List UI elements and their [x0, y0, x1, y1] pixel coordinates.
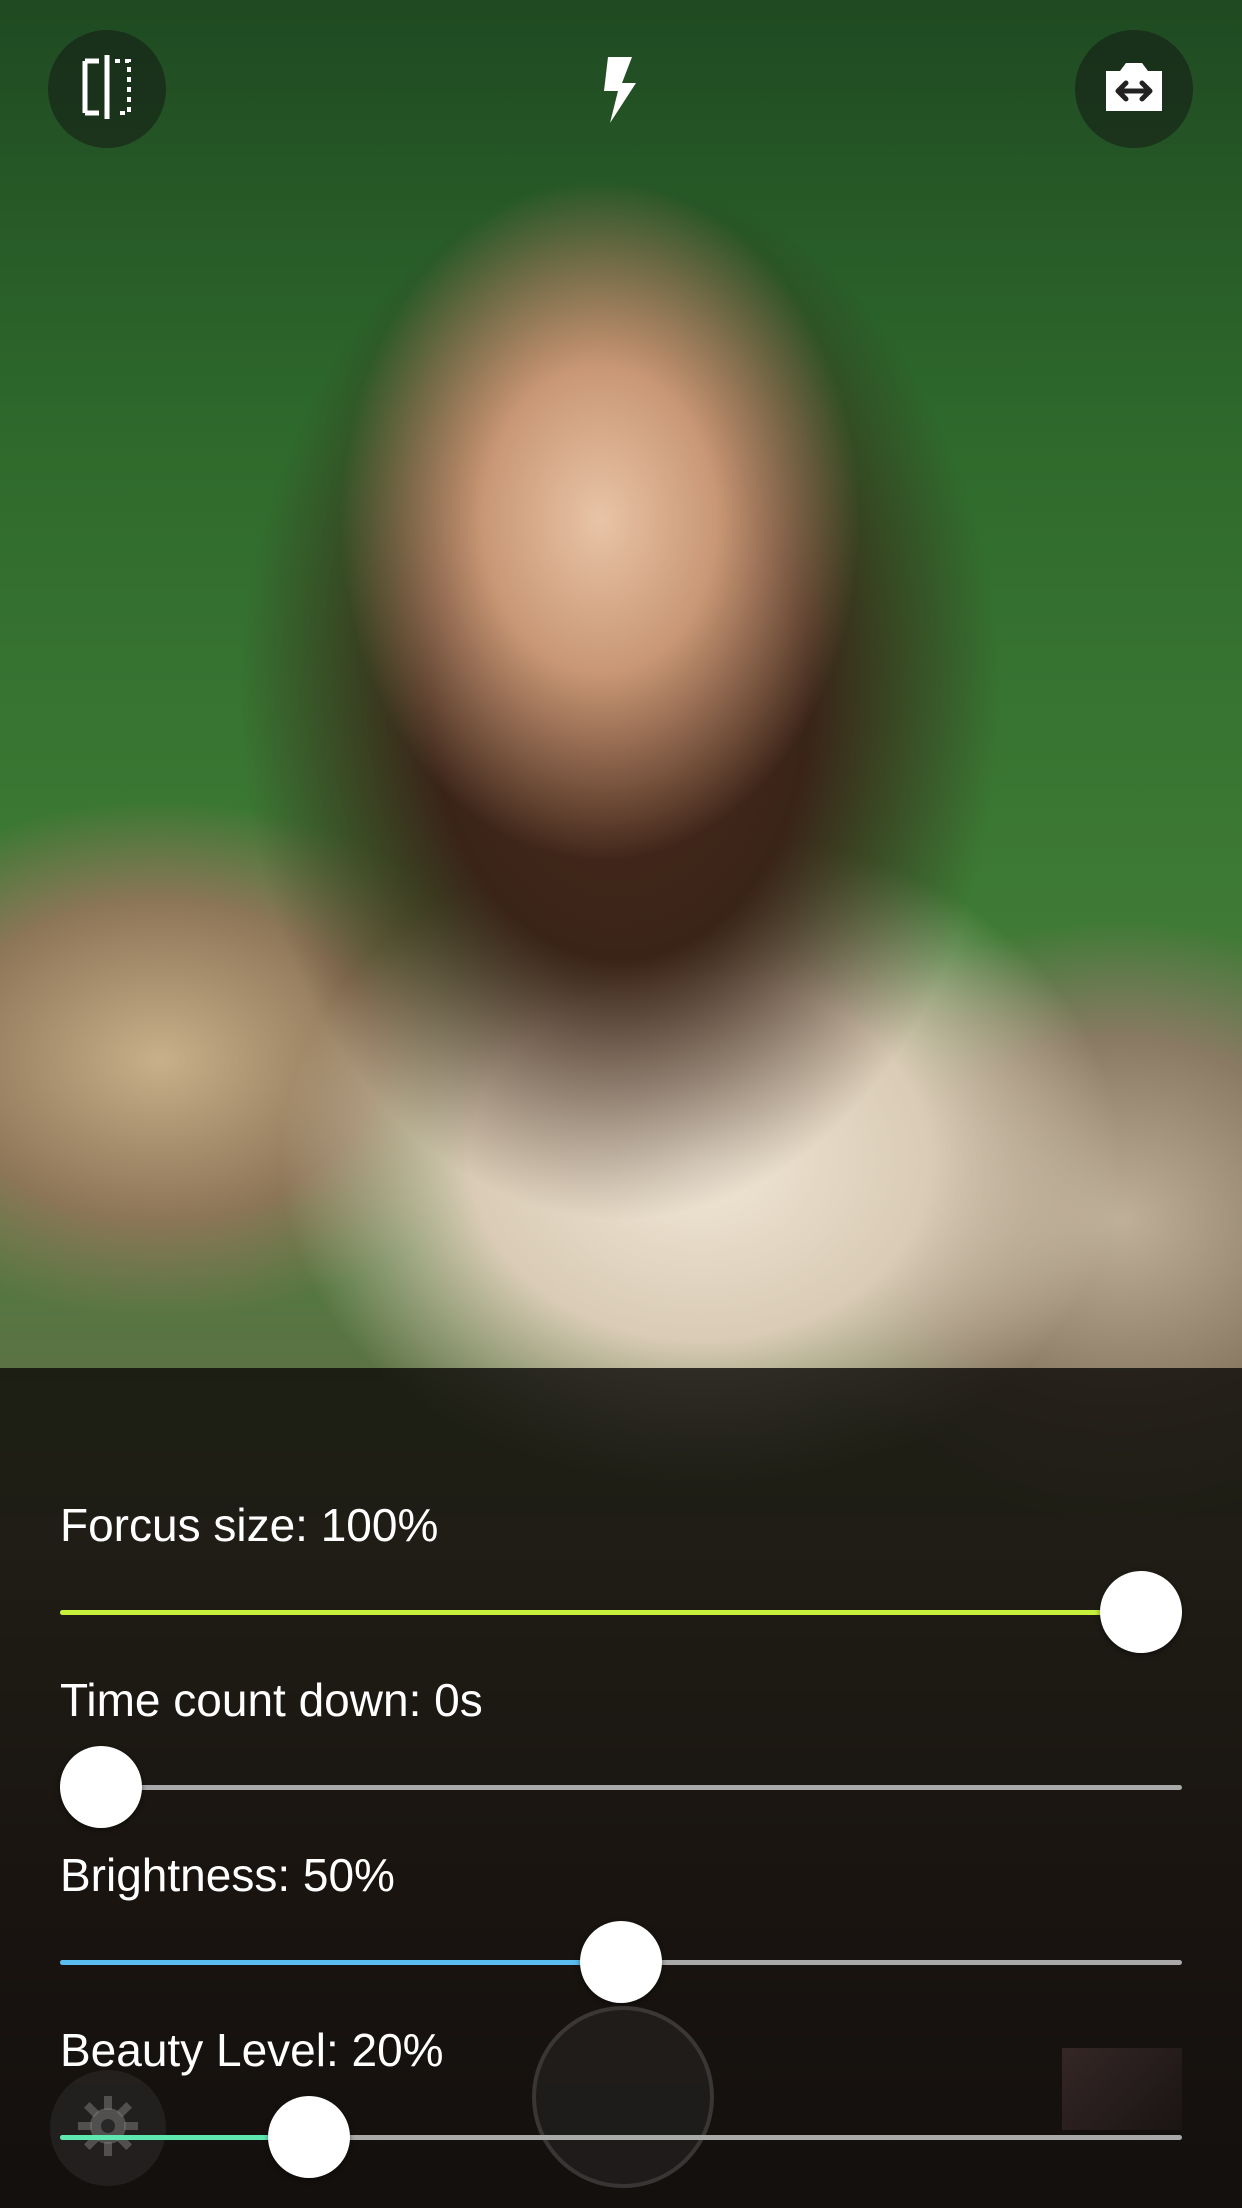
shutter-button[interactable]: [532, 2006, 714, 2188]
slider-track[interactable]: [60, 1921, 1182, 2003]
top-toolbar: [0, 30, 1242, 150]
slider-thumb[interactable]: [268, 2096, 350, 2178]
camera-preview: Forcus size: 100% Time count down: 0s Br…: [0, 0, 1242, 2208]
slider-thumb[interactable]: [580, 1921, 662, 2003]
slider-track[interactable]: [60, 2096, 1182, 2178]
flash-icon: [590, 57, 650, 129]
switch-camera-icon: [1102, 59, 1166, 120]
settings-panel: Forcus size: 100% Time count down: 0s Br…: [0, 1368, 1242, 2208]
switch-camera-button[interactable]: [1075, 30, 1193, 148]
gallery-thumbnail[interactable]: [1062, 2048, 1182, 2130]
slider-thumb[interactable]: [1100, 1571, 1182, 1653]
beauty-level-label: Beauty Level: 20%: [60, 2024, 444, 2076]
gear-icon: [76, 2094, 140, 2163]
focus-size-label: Forcus size: 100%: [60, 1499, 439, 1551]
settings-button[interactable]: [50, 2070, 166, 2186]
flash-button[interactable]: [590, 55, 650, 125]
split-compare-icon: [75, 54, 139, 124]
split-compare-button[interactable]: [48, 30, 166, 148]
slider-fill: [60, 1610, 1141, 1615]
brightness-label: Brightness: 50%: [60, 1849, 395, 1901]
time-countdown-label: Time count down: 0s: [60, 1674, 483, 1726]
slider-fill: [60, 1960, 621, 1965]
slider-track[interactable]: [60, 1746, 1182, 1828]
slider-thumb[interactable]: [60, 1746, 142, 1828]
slider-track[interactable]: [60, 1571, 1182, 1653]
